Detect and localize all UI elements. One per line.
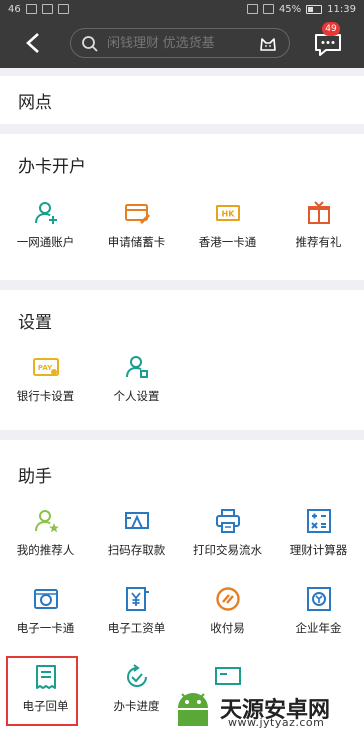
item-card-progress[interactable]: 办卡进度 — [91, 664, 182, 714]
item-e-card[interactable]: 电子一卡通 — [0, 586, 91, 636]
item-label: 推荐有礼 — [295, 235, 342, 249]
item-hk-card[interactable]: HK 香港一卡通 — [182, 200, 273, 250]
calculator-icon — [306, 509, 331, 533]
top-bar: 49 — [0, 18, 364, 68]
section-title-outlets: 网点 — [18, 93, 52, 113]
item-payment-easy[interactable]: 收付易 — [182, 586, 273, 636]
alarm-icon — [262, 4, 274, 14]
signal-icon — [25, 4, 37, 14]
item-referral-gift[interactable]: 推荐有礼 — [273, 200, 364, 250]
section-title-open-card: 办卡开户 — [18, 157, 86, 177]
section-open-card: 办卡开户 一网通账户 申请储蓄卡 HK 香港一卡通 推荐有礼 — [0, 134, 364, 280]
status-bar: 46 45% 11:39 — [0, 0, 364, 18]
card-edit-icon — [124, 204, 150, 224]
nfc-icon — [246, 4, 258, 14]
search-icon — [82, 36, 98, 52]
item-label: 办卡进度 — [113, 699, 160, 713]
scan-cash-icon — [124, 512, 149, 529]
item-label: 企业年金 — [295, 621, 342, 635]
svg-text:PAY: PAY — [37, 364, 52, 372]
pay-card-icon: PAY — [32, 358, 59, 376]
item-label: 香港一卡通 — [198, 235, 257, 249]
item-label: 银行卡设置 — [16, 389, 75, 403]
item-label: 申请储蓄卡 — [107, 235, 166, 249]
back-arrow-icon[interactable] — [24, 32, 42, 54]
printer-icon — [215, 509, 240, 533]
annuity-icon — [306, 587, 331, 611]
item-scan-deposit-withdraw[interactable]: 扫码存取款 — [91, 508, 182, 558]
message-badge: 49 — [322, 22, 340, 36]
item-print-statement[interactable]: 打印交易流水 — [182, 508, 273, 558]
progress-icon — [126, 664, 147, 687]
cat-scan-icon[interactable] — [259, 35, 277, 53]
clock-text: 11:39 — [327, 3, 356, 15]
e-card-icon — [33, 589, 58, 609]
item-label: 扫码存取款 — [107, 543, 166, 557]
item-label: 一网通账户 — [16, 235, 75, 249]
hk-card-icon: HK — [215, 205, 240, 221]
item-bank-card-settings[interactable]: PAY 银行卡设置 — [0, 354, 91, 404]
section-outlets[interactable]: 网点 — [0, 76, 364, 124]
gift-icon — [307, 201, 330, 224]
user-settings-icon — [125, 356, 148, 378]
item-label: 电子工资单 — [107, 621, 166, 635]
item-label: 个人设置 — [113, 389, 160, 403]
svg-text:HK: HK — [221, 210, 235, 219]
item-wealth-calculator[interactable]: 理财计算器 — [273, 508, 364, 558]
item-label: 电子一卡通 — [16, 621, 75, 635]
search-input[interactable] — [107, 35, 247, 51]
signal-text: 46 — [8, 3, 21, 15]
item-my-referrer[interactable]: 我的推荐人 — [0, 508, 91, 558]
section-settings: 设置 PAY 银行卡设置 个人设置 — [0, 290, 364, 430]
item-online-account[interactable]: 一网通账户 — [0, 200, 91, 250]
search-box[interactable] — [70, 28, 290, 58]
watermark-url: www.jytyaz.com — [228, 716, 325, 729]
item-label: 收付易 — [210, 621, 245, 635]
item-label: 打印交易流水 — [193, 543, 262, 557]
payslip-icon — [125, 587, 149, 611]
referrer-icon — [34, 510, 59, 533]
app-notification-icon — [57, 4, 69, 14]
item-label: 理财计算器 — [289, 543, 348, 557]
item-personal-settings[interactable]: 个人设置 — [91, 354, 182, 404]
android-logo-icon — [178, 693, 208, 726]
item-label: 我的推荐人 — [16, 543, 75, 557]
watermark: 天源安卓网 www.jytyaz.com — [172, 686, 358, 730]
wifi-icon — [41, 4, 53, 14]
payment-icon — [215, 587, 240, 611]
battery-text: 45% — [278, 3, 302, 15]
section-title-settings: 设置 — [18, 313, 52, 333]
item-apply-debit-card[interactable]: 申请储蓄卡 — [91, 200, 182, 250]
item-enterprise-annuity[interactable]: 企业年金 — [273, 586, 364, 636]
battery-icon — [306, 4, 323, 14]
user-add-icon — [34, 202, 57, 224]
section-title-assistant: 助手 — [18, 467, 52, 487]
item-e-payslip[interactable]: 电子工资单 — [91, 586, 182, 636]
highlight-box — [6, 656, 78, 726]
